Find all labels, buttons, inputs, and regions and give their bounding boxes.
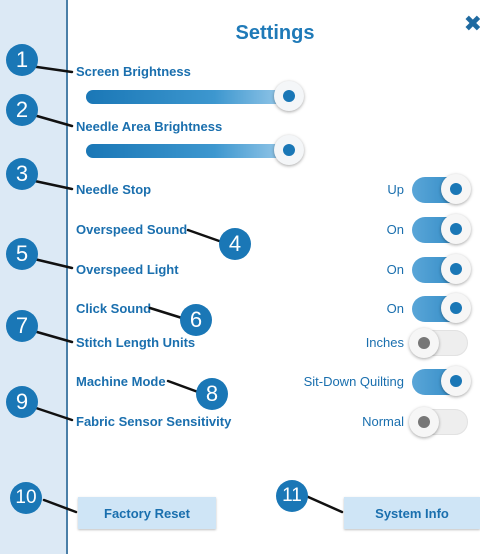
callout-10-leader [42,498,78,514]
callout-badge-7: 7 [6,310,38,342]
callout-3-leader [28,178,74,191]
callout-badge-3: 3 [6,158,38,190]
callout-leader-lines [28,64,344,514]
callout-badge-2: 2 [6,94,38,126]
callout-8-leader [166,379,200,394]
callout-4-leader [186,228,224,244]
callout-11-leader [304,494,344,514]
callout-badge-10: 10 [10,482,42,514]
callout-6-leader [148,306,184,320]
callout-badge-4: 4 [219,228,251,260]
callout-badge-1: 1 [6,44,38,76]
callout-badge-11: 11 [276,480,308,512]
callout-badge-5: 5 [6,238,38,270]
callout-badge-9: 9 [6,386,38,418]
callout-badge-8: 8 [196,378,228,410]
callout-badge-6: 6 [180,304,212,336]
